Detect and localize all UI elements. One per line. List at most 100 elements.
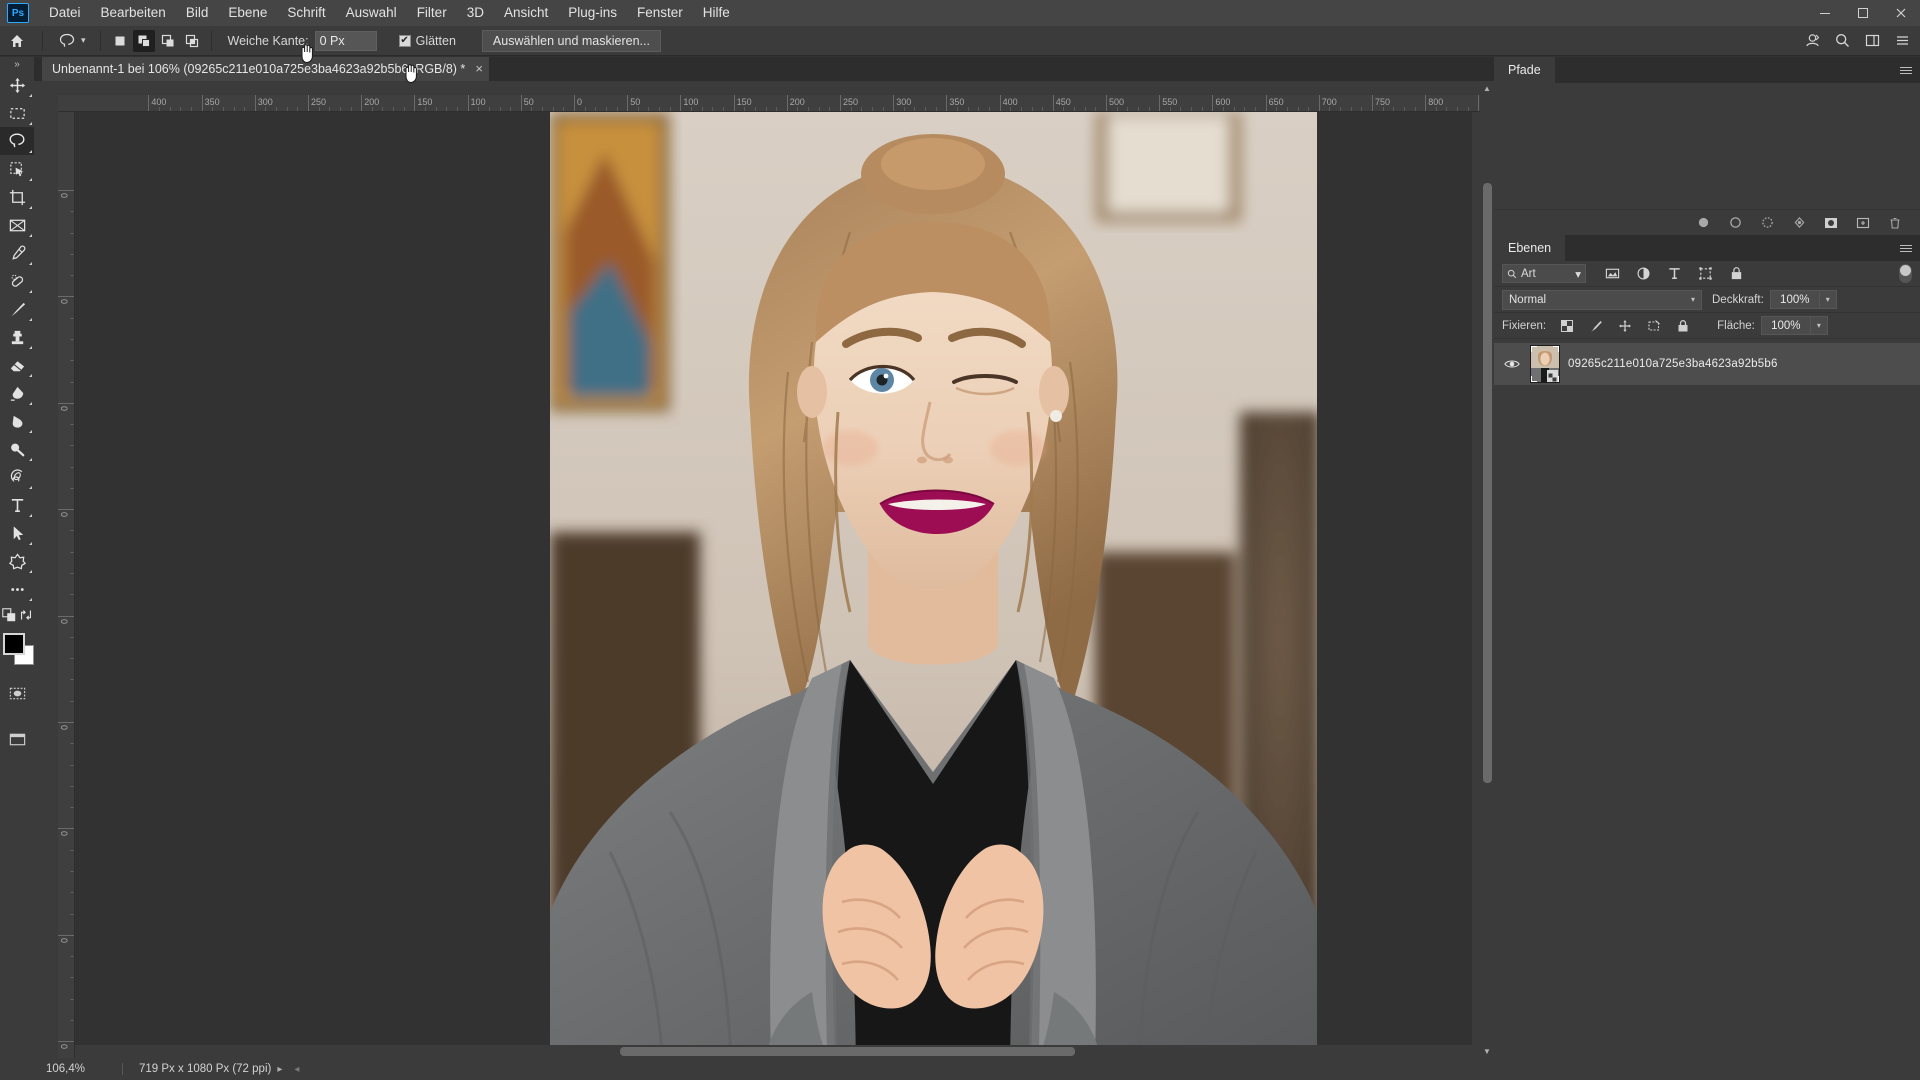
pen-tool[interactable]	[0, 463, 34, 491]
stroke-path-icon[interactable]	[1726, 214, 1744, 232]
delete-path-icon[interactable]	[1886, 214, 1904, 232]
scroll-down-icon[interactable]: ▼	[1480, 1044, 1494, 1058]
document-image[interactable]	[550, 112, 1317, 1058]
menu-hilfe[interactable]: Hilfe	[693, 1, 740, 25]
minimize-icon[interactable]	[1806, 0, 1844, 26]
filter-pixel-icon[interactable]	[1604, 265, 1621, 282]
filter-type-icon[interactable]	[1666, 265, 1683, 282]
filter-adjustment-icon[interactable]	[1635, 265, 1652, 282]
maximize-icon[interactable]	[1844, 0, 1882, 26]
document-tab[interactable]: Unbenannt-1 bei 106% (09265c211e010a725e…	[42, 57, 489, 81]
clone-stamp-tool[interactable]	[0, 323, 34, 351]
chevron-down-icon[interactable]: ▾	[81, 35, 86, 46]
paths-panel-body[interactable]	[1494, 83, 1920, 235]
menu-ebene[interactable]: Ebene	[218, 1, 277, 25]
menu-plugins[interactable]: Plug-ins	[558, 1, 627, 25]
chevron-left-icon[interactable]: ◂	[288, 1064, 305, 1075]
menu-fenster[interactable]: Fenster	[627, 1, 693, 25]
layer-filter-type-select[interactable]: Art ▾	[1502, 264, 1586, 283]
lock-artboard-nesting-icon[interactable]	[1645, 317, 1662, 334]
panel-menu-icon[interactable]	[1900, 241, 1914, 255]
panel-menu-icon[interactable]	[1900, 63, 1914, 77]
healing-brush-tool[interactable]	[0, 267, 34, 295]
zoom-level[interactable]: 106,4%	[34, 1063, 122, 1075]
screen-mode-icon[interactable]	[0, 725, 34, 753]
menu-auswahl[interactable]: Auswahl	[336, 1, 407, 25]
opacity-stepper[interactable]: ▾	[1819, 290, 1837, 309]
workspace-icon[interactable]	[1858, 28, 1886, 54]
tab-pfade[interactable]: Pfade	[1494, 57, 1555, 83]
lock-transparent-pixels-icon[interactable]	[1558, 317, 1575, 334]
fill-input[interactable]: 100%	[1760, 316, 1811, 335]
blend-mode-select[interactable]: Normal ▾	[1502, 289, 1702, 310]
antialias-checkbox-group[interactable]: ✔ Glätten	[398, 34, 456, 48]
scroll-up-icon[interactable]: ▲	[1480, 81, 1494, 95]
eye-icon[interactable]	[1502, 358, 1522, 370]
add-to-selection-button[interactable]	[132, 29, 155, 52]
intersect-with-selection-button[interactable]	[181, 30, 203, 52]
horizontal-ruler[interactable]: 400 350 300 250 200 150 100 50 0 50 100 150 200 250 30…	[58, 95, 1518, 112]
shape-tool[interactable]	[0, 547, 34, 575]
antialias-checkbox[interactable]: ✔	[398, 34, 411, 47]
menu-3d[interactable]: 3D	[457, 1, 494, 25]
blur-tool[interactable]	[0, 407, 34, 435]
menu-filter[interactable]: Filter	[407, 1, 457, 25]
dodge-tool[interactable]	[0, 435, 34, 463]
filter-smart-object-icon[interactable]	[1728, 265, 1745, 282]
new-path-icon[interactable]	[1854, 214, 1872, 232]
layer-thumbnail[interactable]	[1530, 345, 1560, 383]
quick-mask-icon[interactable]	[0, 679, 34, 707]
move-tool[interactable]	[0, 71, 34, 99]
tool-preset-picker[interactable]: ▾	[51, 31, 92, 51]
more-tools[interactable]	[0, 575, 34, 603]
opacity-input[interactable]: 100%	[1769, 290, 1820, 309]
add-mask-icon[interactable]	[1822, 214, 1840, 232]
menu-datei[interactable]: Datei	[39, 1, 91, 25]
lock-image-pixels-icon[interactable]	[1587, 317, 1604, 334]
menu-ansicht[interactable]: Ansicht	[494, 1, 558, 25]
feather-input[interactable]: 0 Px	[314, 30, 377, 51]
foreground-color-swatch[interactable]	[3, 633, 25, 655]
canvas-viewport[interactable]	[75, 112, 1472, 1058]
arrange-icon[interactable]	[1888, 28, 1916, 54]
quick-selection-tool[interactable]	[0, 155, 34, 183]
subtract-from-selection-button[interactable]	[157, 30, 179, 52]
lasso-tool[interactable]	[0, 127, 34, 155]
home-icon[interactable]	[0, 33, 34, 49]
default-colors-icon[interactable]	[1, 607, 17, 623]
swap-colors-icon[interactable]	[18, 607, 34, 623]
marquee-tool[interactable]	[0, 99, 34, 127]
menu-bild[interactable]: Bild	[176, 1, 219, 25]
lock-position-icon[interactable]	[1616, 317, 1633, 334]
search-icon[interactable]	[1828, 28, 1856, 54]
frame-tool[interactable]	[0, 211, 34, 239]
select-and-mask-button[interactable]: Auswählen und maskieren...	[481, 29, 661, 52]
eyedropper-tool[interactable]	[0, 239, 34, 267]
close-icon[interactable]	[1882, 0, 1920, 26]
load-selection-icon[interactable]	[1758, 214, 1776, 232]
fill-path-icon[interactable]	[1694, 214, 1712, 232]
lock-all-icon[interactable]	[1674, 317, 1691, 334]
eraser-tool[interactable]	[0, 351, 34, 379]
chevron-right-icon[interactable]: »	[0, 57, 34, 71]
fill-stepper[interactable]: ▾	[1810, 316, 1828, 335]
horizontal-scrollbar-thumb[interactable]	[620, 1047, 1075, 1056]
color-swatches[interactable]	[0, 631, 34, 671]
filter-enable-toggle[interactable]	[1899, 264, 1912, 283]
path-selection-tool[interactable]	[0, 519, 34, 547]
chevron-down-icon[interactable]: ▾	[1575, 267, 1581, 281]
gradient-tool[interactable]	[0, 379, 34, 407]
new-selection-button[interactable]	[109, 30, 131, 52]
type-tool[interactable]	[0, 491, 34, 519]
chevron-down-icon[interactable]: ▾	[1691, 295, 1695, 304]
filter-shape-icon[interactable]	[1697, 265, 1714, 282]
vertical-ruler[interactable]: 0000000000	[58, 112, 75, 1080]
brush-tool[interactable]	[0, 295, 34, 323]
menu-schrift[interactable]: Schrift	[277, 1, 335, 25]
close-icon[interactable]: ×	[475, 62, 483, 75]
horizontal-scrollbar[interactable]	[75, 1045, 1472, 1058]
vertical-scrollbar-thumb[interactable]	[1483, 183, 1492, 783]
share-icon[interactable]	[1798, 28, 1826, 54]
tab-ebenen[interactable]: Ebenen	[1494, 235, 1566, 261]
crop-tool[interactable]	[0, 183, 34, 211]
